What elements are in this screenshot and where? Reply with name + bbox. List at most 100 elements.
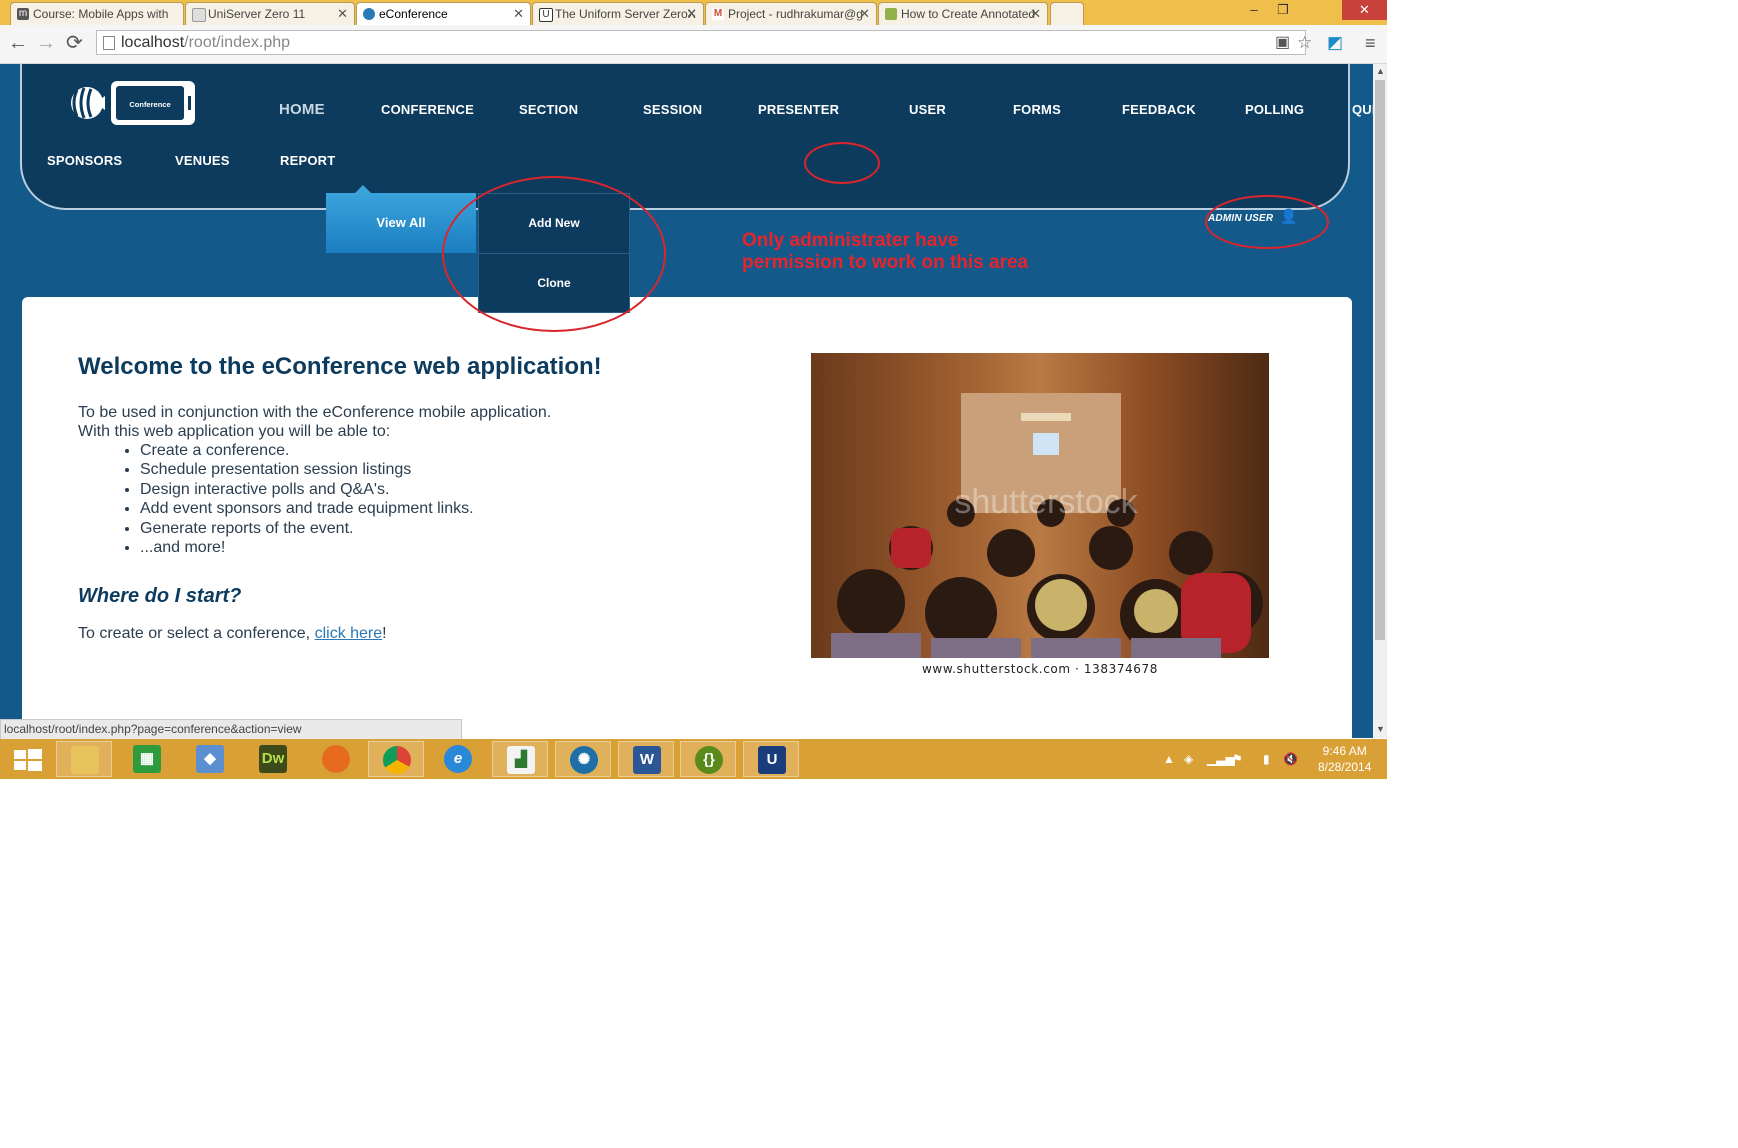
tab-uniserver-zero[interactable]: UniServer Zero 11 ✕ xyxy=(185,2,355,25)
tab-gmail-project[interactable]: M Project - rudhrakumar@g ✕ xyxy=(705,2,877,25)
close-tab-icon[interactable]: ✕ xyxy=(513,3,524,25)
virtualbox-button[interactable]: ◆ xyxy=(182,741,238,777)
page-scrollbar[interactable]: ▲ ▼ xyxy=(1373,64,1387,738)
dropbox-icon[interactable]: ◈ xyxy=(1184,752,1193,766)
close-tab-icon[interactable]: ✕ xyxy=(1030,3,1041,25)
list-item: Add event sponsors and trade equipment l… xyxy=(140,499,474,518)
dreamweaver-button[interactable]: Dw xyxy=(245,741,301,777)
conference-hall-photo: shutterstock xyxy=(811,353,1269,658)
uniserver-button[interactable]: U xyxy=(743,741,799,777)
tab-course-mobile-apps[interactable]: m Course: Mobile Apps with xyxy=(10,2,184,25)
nav-feedback[interactable]: FEEDBACK xyxy=(1122,102,1196,117)
scroll-down-icon[interactable]: ▼ xyxy=(1376,724,1385,734)
nav-session[interactable]: SESSION xyxy=(643,102,702,117)
close-tab-icon[interactable]: ✕ xyxy=(859,3,870,25)
tab-how-to-annotate[interactable]: How to Create Annotated ✕ xyxy=(878,2,1048,25)
nav-home[interactable]: HOME xyxy=(279,101,325,118)
nav-venues[interactable]: VENUES xyxy=(175,153,230,168)
annotation-note: Only administrater have permission to wo… xyxy=(742,230,1029,273)
minimize-icon[interactable]: – xyxy=(1240,0,1268,20)
site-header: Conference HOME CONFERENCE SECTION SESSI… xyxy=(20,64,1373,210)
tab-label: Course: Mobile Apps with xyxy=(33,7,169,21)
restore-icon[interactable]: ❐ xyxy=(1268,0,1298,20)
scroll-thumb[interactable] xyxy=(1375,80,1385,640)
folder-icon xyxy=(71,746,99,774)
sheet-app-button[interactable]: ▟ xyxy=(492,741,548,777)
annotation-ellipse-dropdown xyxy=(442,176,666,332)
extension-icon[interactable]: ▣ xyxy=(1275,31,1290,55)
nav-questions[interactable]: QUESTIONS xyxy=(1352,102,1373,117)
file-explorer-button[interactable] xyxy=(56,741,112,777)
chart-sheet-icon: ▟ xyxy=(507,746,535,774)
list-item: Create a conference. xyxy=(140,441,474,460)
brackets-button[interactable]: {} xyxy=(680,741,736,777)
nav-presenter[interactable]: PRESENTER xyxy=(758,102,839,117)
flag-icon[interactable]: ⚑ xyxy=(1232,752,1243,766)
scroll-up-icon[interactable]: ▲ xyxy=(1376,66,1385,76)
tab-label: How to Create Annotated xyxy=(901,7,1036,21)
shutterstock-watermark: shutterstock xyxy=(954,483,1138,521)
close-tab-icon[interactable]: ✕ xyxy=(686,3,697,25)
windows-logo-icon xyxy=(14,749,42,771)
taskbar-clock[interactable]: 9:46 AM 8/28/2014 xyxy=(1318,743,1371,775)
click-here-link[interactable]: click here xyxy=(315,625,383,642)
menu-icon[interactable]: ≡ xyxy=(1365,31,1376,55)
nav-polling[interactable]: POLLING xyxy=(1245,102,1304,117)
list-item: ...and more! xyxy=(140,538,474,557)
store-button[interactable]: ▦ xyxy=(119,741,175,777)
feature-list: Create a conference. Schedule presentati… xyxy=(118,441,474,557)
nav-section[interactable]: SECTION xyxy=(519,102,578,117)
annotation-ellipse-admin xyxy=(1205,195,1329,249)
nav-user[interactable]: USER xyxy=(909,102,946,117)
extension-c-icon[interactable]: ◩ xyxy=(1327,31,1343,55)
start-button[interactable] xyxy=(0,741,56,777)
browser-tab-strip: m Course: Mobile Apps with UniServer Zer… xyxy=(0,0,1387,26)
address-path: /root/index.php xyxy=(184,34,291,51)
volume-muted-icon[interactable]: 🔇 xyxy=(1283,752,1298,766)
firefox-button[interactable] xyxy=(308,741,364,777)
main-content-panel: Welcome to the eConference web applicati… xyxy=(22,297,1352,738)
tab-label: The Uniform Server ZeroX xyxy=(555,7,696,21)
word-icon: W xyxy=(633,746,661,774)
tab-econference[interactable]: eConference ✕ xyxy=(356,2,531,26)
signal-icon[interactable]: ▁▃▅ xyxy=(1207,752,1235,766)
dreamweaver-icon: Dw xyxy=(259,745,287,773)
address-bar[interactable]: localhost/root/index.php xyxy=(96,30,1306,55)
bookmark-star-icon[interactable]: ☆ xyxy=(1297,31,1312,55)
forward-arrow-icon[interactable]: → xyxy=(36,31,56,55)
internet-explorer-button[interactable]: e xyxy=(430,741,486,777)
new-tab-button[interactable] xyxy=(1050,2,1084,25)
nav-forms[interactable]: FORMS xyxy=(1013,102,1061,117)
cube-icon: ◆ xyxy=(196,745,224,773)
tab-label: Project - rudhrakumar@g xyxy=(728,7,863,21)
chrome-button[interactable] xyxy=(368,741,424,777)
firefox-icon xyxy=(322,745,350,773)
annotation-ellipse-user xyxy=(804,142,880,184)
nav-conference[interactable]: CONFERENCE xyxy=(381,102,474,117)
back-arrow-icon[interactable]: ← xyxy=(8,31,28,55)
uniserver-icon: U xyxy=(758,746,786,774)
tab-uniform-server[interactable]: U The Uniform Server ZeroX ✕ xyxy=(532,2,704,25)
window-close-icon[interactable]: ✕ xyxy=(1342,0,1387,20)
word-button[interactable]: W xyxy=(618,741,674,777)
econference-logo[interactable]: Conference xyxy=(67,78,197,128)
close-tab-icon[interactable]: ✕ xyxy=(337,3,348,25)
nav-sponsors[interactable]: SPONSORS xyxy=(47,153,122,168)
uniserver-icon: U xyxy=(539,8,553,22)
nav-report[interactable]: REPORT xyxy=(280,153,335,168)
status-url-bubble: localhost/root/index.php?page=conference… xyxy=(0,719,462,740)
network-app-button[interactable]: ✺ xyxy=(555,741,611,777)
logo-text: Conference xyxy=(129,100,170,109)
intro-text: To be used in conjunction with the eConf… xyxy=(78,403,551,441)
page-icon xyxy=(192,8,206,22)
windows-taskbar: ▦ ◆ Dw e ▟ ✺ W {} U ▲ ◈ ▁▃▅ ⚑ ▮ 🔇 9:46 A… xyxy=(0,739,1387,779)
moodle-icon: m xyxy=(17,8,29,20)
list-item: Design interactive polls and Q&A's. xyxy=(140,480,474,499)
browser-toolbar: ← → ⟳ localhost/root/index.php ▣ ☆ ◩ ≡ xyxy=(0,25,1387,64)
tab-label: eConference xyxy=(379,7,448,21)
econference-icon xyxy=(363,8,375,20)
tray-expand-icon[interactable]: ▲ xyxy=(1163,752,1175,766)
reload-icon[interactable]: ⟳ xyxy=(66,31,83,55)
where-to-start-heading: Where do I start? xyxy=(78,585,242,607)
battery-icon[interactable]: ▮ xyxy=(1263,752,1270,766)
